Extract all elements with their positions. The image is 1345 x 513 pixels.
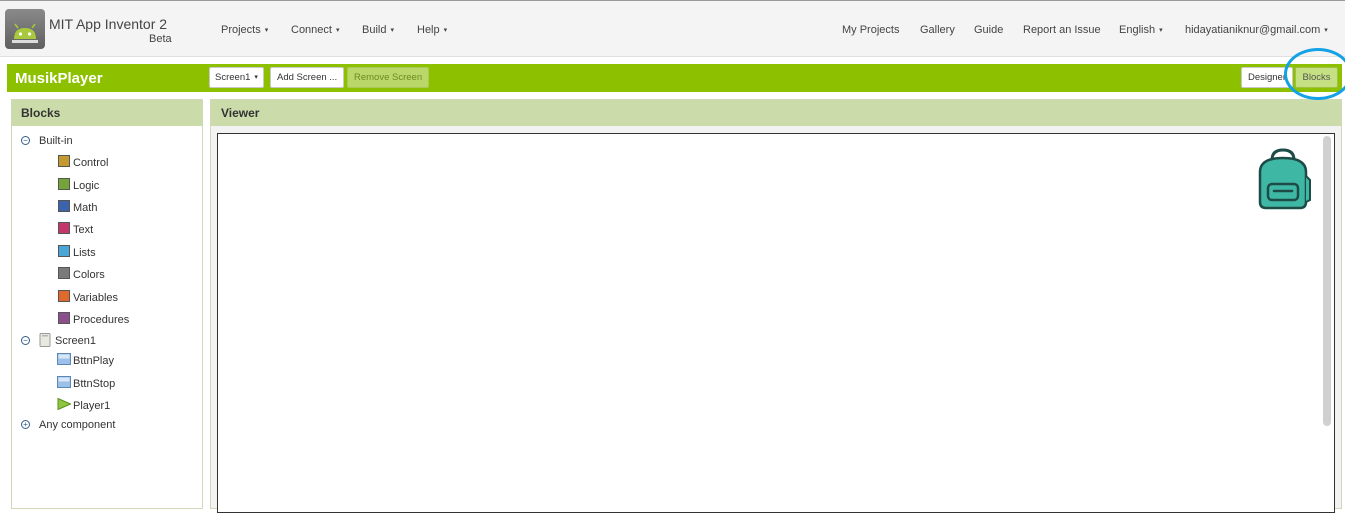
drawer-logic[interactable]: Logic bbox=[58, 178, 100, 192]
lists-color-icon bbox=[58, 245, 70, 258]
menu-projects-label: Projects bbox=[221, 24, 261, 36]
drawer-text-label: Text bbox=[73, 224, 94, 236]
menu-build-label: Build bbox=[362, 24, 387, 36]
tree-builtin-label: Built-in bbox=[39, 135, 73, 147]
drawer-colors-label: Colors bbox=[73, 269, 105, 281]
drawer-variables[interactable]: Variables bbox=[58, 290, 119, 304]
app-title: MIT App Inventor 2 bbox=[49, 16, 168, 32]
chevron-down-icon: ▾ bbox=[443, 27, 448, 34]
drawer-logic-label: Logic bbox=[73, 180, 100, 192]
menu-help[interactable]: Help ▾ bbox=[417, 24, 447, 36]
drawer-math[interactable]: Math bbox=[58, 200, 98, 214]
control-color-icon bbox=[58, 155, 70, 168]
viewer-title: Viewer bbox=[211, 100, 1341, 126]
collapse-icon[interactable]: − bbox=[21, 135, 30, 145]
tree-builtin[interactable]: − Built-in bbox=[21, 135, 73, 147]
highlight-ring-annotation bbox=[1284, 48, 1345, 100]
tree-screen1[interactable]: − Screen1 bbox=[21, 333, 96, 348]
player-icon bbox=[57, 397, 72, 411]
menu-guide[interactable]: Guide bbox=[974, 24, 1003, 36]
colors-color-icon bbox=[58, 267, 70, 280]
menu-connect[interactable]: Connect ▾ bbox=[291, 24, 340, 36]
menu-gallery[interactable]: Gallery bbox=[920, 24, 955, 36]
drawer-colors[interactable]: Colors bbox=[58, 267, 105, 281]
tree-screen1-label: Screen1 bbox=[55, 335, 96, 347]
procedures-color-icon bbox=[58, 312, 70, 325]
top-navigation-bar: MIT App Inventor 2 Beta Projects ▾ Connec… bbox=[0, 0, 1345, 57]
expand-icon[interactable]: + bbox=[21, 419, 30, 429]
drawer-lists-label: Lists bbox=[73, 247, 96, 259]
blocks-panel: Blocks − Built-in Control Logic Math Text… bbox=[11, 99, 203, 509]
project-toolbar: MusikPlayer Screen1 ▾ Add Screen ... Remo… bbox=[7, 64, 1342, 92]
logic-color-icon bbox=[58, 178, 70, 191]
menu-build[interactable]: Build ▾ bbox=[362, 24, 394, 36]
menu-account-label: hidayatianiknur@gmail.com bbox=[1185, 24, 1321, 36]
menu-report-issue[interactable]: Report an Issue bbox=[1023, 24, 1101, 36]
chevron-down-icon: ▾ bbox=[1324, 27, 1328, 34]
drawer-procedures[interactable]: Procedures bbox=[58, 312, 130, 326]
menu-language[interactable]: English ▾ bbox=[1119, 24, 1163, 36]
blocks-workspace[interactable] bbox=[217, 133, 1335, 513]
drawer-control[interactable]: Control bbox=[58, 155, 109, 169]
menu-connect-label: Connect bbox=[291, 24, 332, 36]
drawer-lists[interactable]: Lists bbox=[58, 245, 96, 259]
chevron-down-icon: ▾ bbox=[254, 74, 258, 81]
drawer-text[interactable]: Text bbox=[58, 222, 94, 236]
screen-select-dropdown[interactable]: Screen1 ▾ bbox=[209, 67, 264, 88]
app-inventor-logo-icon[interactable] bbox=[5, 9, 45, 49]
tree-any-component[interactable]: + Any component bbox=[21, 419, 115, 431]
vertical-scrollbar[interactable] bbox=[1323, 136, 1331, 426]
blocks-panel-title: Blocks bbox=[12, 100, 202, 126]
component-bttnplay-label: BttnPlay bbox=[73, 355, 114, 367]
project-name: MusikPlayer bbox=[15, 70, 103, 87]
menu-my-projects[interactable]: My Projects bbox=[842, 24, 899, 36]
tree-any-component-label: Any component bbox=[39, 419, 116, 431]
screen-icon bbox=[39, 333, 53, 348]
text-color-icon bbox=[58, 222, 70, 235]
component-bttnstop-label: BttnStop bbox=[73, 378, 116, 390]
menu-account[interactable]: hidayatianiknur@gmail.com ▾ bbox=[1185, 24, 1328, 36]
component-player1[interactable]: Player1 bbox=[57, 397, 111, 412]
component-bttnplay[interactable]: BttnPlay bbox=[57, 353, 114, 367]
backpack-icon[interactable] bbox=[1252, 146, 1314, 212]
math-color-icon bbox=[58, 200, 70, 213]
drawer-math-label: Math bbox=[73, 202, 98, 214]
drawer-control-label: Control bbox=[73, 157, 109, 169]
chevron-down-icon: ▾ bbox=[264, 27, 269, 34]
button-icon bbox=[57, 376, 71, 389]
menu-language-label: English bbox=[1119, 24, 1156, 36]
collapse-icon[interactable]: − bbox=[21, 335, 30, 345]
menu-projects[interactable]: Projects ▾ bbox=[221, 24, 268, 36]
viewer-panel: Viewer bbox=[210, 99, 1342, 513]
remove-screen-button[interactable]: Remove Screen bbox=[347, 67, 430, 88]
drawer-variables-label: Variables bbox=[73, 292, 119, 304]
chevron-down-icon: ▾ bbox=[335, 27, 340, 34]
button-icon bbox=[57, 353, 71, 366]
variables-color-icon bbox=[58, 290, 70, 303]
screen-select-label: Screen1 bbox=[215, 72, 251, 83]
app-subtitle: Beta bbox=[149, 33, 172, 45]
menu-help-label: Help bbox=[417, 24, 440, 36]
drawer-procedures-label: Procedures bbox=[73, 314, 130, 326]
add-screen-button[interactable]: Add Screen ... bbox=[270, 67, 345, 88]
component-player1-label: Player1 bbox=[73, 400, 111, 412]
chevron-down-icon: ▾ bbox=[1159, 27, 1163, 34]
component-bttnstop[interactable]: BttnStop bbox=[57, 376, 116, 390]
chevron-down-icon: ▾ bbox=[390, 27, 394, 34]
